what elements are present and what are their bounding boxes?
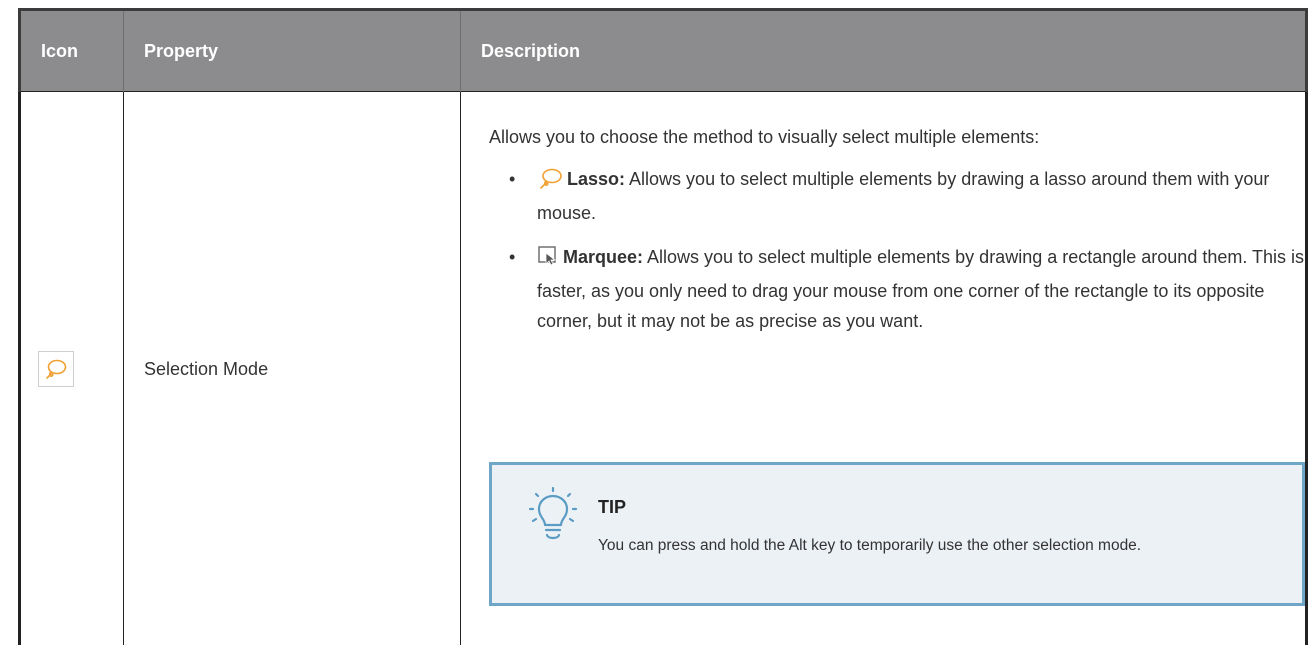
tip-title: TIP <box>598 497 627 517</box>
mode-term: Lasso: <box>567 169 626 189</box>
table-header-row: Icon Property Description <box>18 8 1308 92</box>
lightbulb-icon <box>528 486 578 547</box>
list-item-lasso: • Lasso: Allows you to select multiple e… <box>489 164 1309 228</box>
mode-text: Allows you to select multiple elements b… <box>537 169 1270 223</box>
bullet: • <box>509 169 516 189</box>
marquee-icon <box>537 245 559 276</box>
property-cell: Selection Mode <box>123 91 461 645</box>
tip-box: TIP You can press and hold the Alt key t… <box>489 462 1305 606</box>
mode-text: Allows you to select multiple elements b… <box>537 247 1305 331</box>
header-property: Property <box>123 8 461 92</box>
page: Icon Property Description Selection Mode <box>0 0 1313 645</box>
lasso-icon <box>38 351 74 388</box>
description-intro: Allows you to choose the method to visua… <box>489 127 1040 147</box>
mode-term: Marquee: <box>563 247 644 267</box>
table-row: Selection Mode Allows you to choose the … <box>18 91 1309 645</box>
icon-cell <box>18 91 124 645</box>
header-icon: Icon <box>18 8 124 92</box>
list-item-marquee: • Marquee: Allows you to select multiple… <box>489 242 1309 336</box>
lasso-icon <box>537 167 563 198</box>
description-cell: Allows you to choose the method to visua… <box>460 91 1309 645</box>
header-description: Description <box>460 8 1308 92</box>
bullet: • <box>509 247 516 267</box>
mode-list: • Lasso: Allows you to select multiple e… <box>489 164 1309 336</box>
tip-text: You can press and hold the Alt key to te… <box>598 537 1142 554</box>
properties-table: Icon Property Description Selection Mode <box>18 8 1308 645</box>
